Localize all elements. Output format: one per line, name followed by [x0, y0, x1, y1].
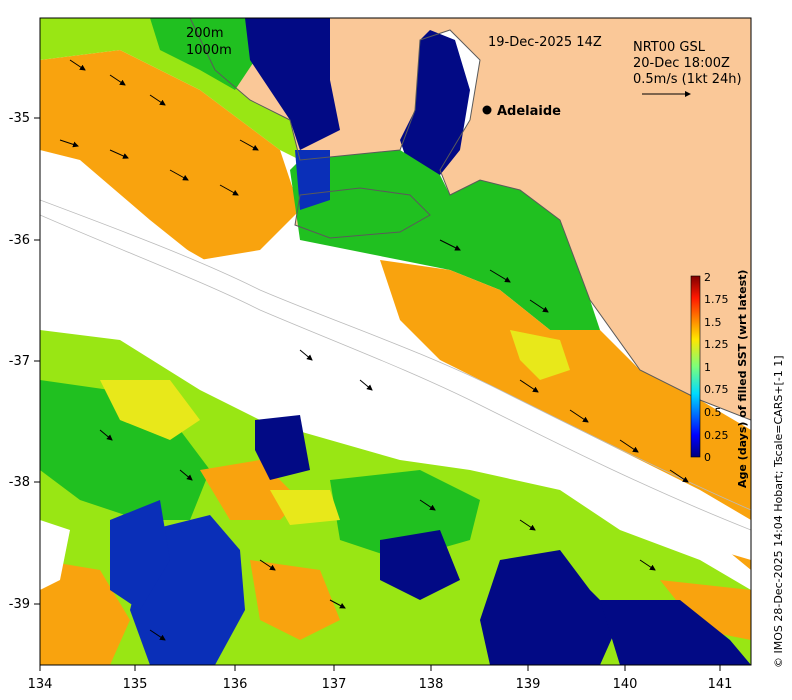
x-tick-label: 141: [708, 677, 733, 692]
x-tick-label: 137: [322, 677, 347, 692]
colorbar-label: Age (days) of filled SST (wrt latest): [736, 270, 749, 488]
x-tick-label: 138: [419, 677, 444, 692]
x-axis: 134 135 136 137 138 139 140 141: [28, 665, 733, 692]
map-panel: [40, 18, 751, 665]
colorbar-tick: 0.75: [704, 383, 729, 396]
arrow-scale-label: 0.5m/s (1kt 24h): [633, 72, 742, 87]
depth-label-200m: 200m: [186, 26, 223, 41]
y-axis: -35 -36 -37 -38 -39: [9, 111, 40, 612]
date-label: 19-Dec-2025 14Z: [488, 35, 602, 50]
x-tick-label: 139: [516, 677, 541, 692]
colorbar-tick: 1: [704, 361, 711, 374]
colorbar-tick: 2: [704, 271, 711, 284]
colorbar-tick: 1.5: [704, 316, 722, 329]
depth-label-1000m: 1000m: [186, 43, 232, 58]
adelaide-marker: [482, 105, 492, 115]
product-label: NRT00 GSL: [633, 40, 706, 55]
x-tick-label: 136: [223, 677, 248, 692]
y-tick-label: -36: [9, 233, 30, 248]
x-tick-label: 140: [613, 677, 638, 692]
y-tick-label: -39: [9, 597, 30, 612]
credit-label: © IMOS 28-Dec-2025 14:04 Hobart; Tscale=…: [772, 355, 785, 668]
y-tick-label: -38: [9, 475, 30, 490]
colorbar-tick: 0.5: [704, 406, 722, 419]
x-tick-label: 135: [123, 677, 148, 692]
colorbar-tick: 1.75: [704, 293, 729, 306]
y-tick-label: -37: [9, 354, 30, 369]
map-figure: Adelaide 200m 1000m 19-Dec-2025 14Z NRT0…: [9, 17, 785, 692]
city-label: Adelaide: [497, 104, 561, 119]
y-tick-label: -35: [9, 111, 30, 126]
colorbar-tick: 0: [704, 451, 711, 464]
colorbar-ramp: [690, 275, 701, 458]
colorbar-tick: 0.25: [704, 429, 729, 442]
x-tick-label: 134: [28, 677, 53, 692]
product-time: 20-Dec 18:00Z: [633, 56, 730, 71]
colorbar-tick: 1.25: [704, 338, 729, 351]
